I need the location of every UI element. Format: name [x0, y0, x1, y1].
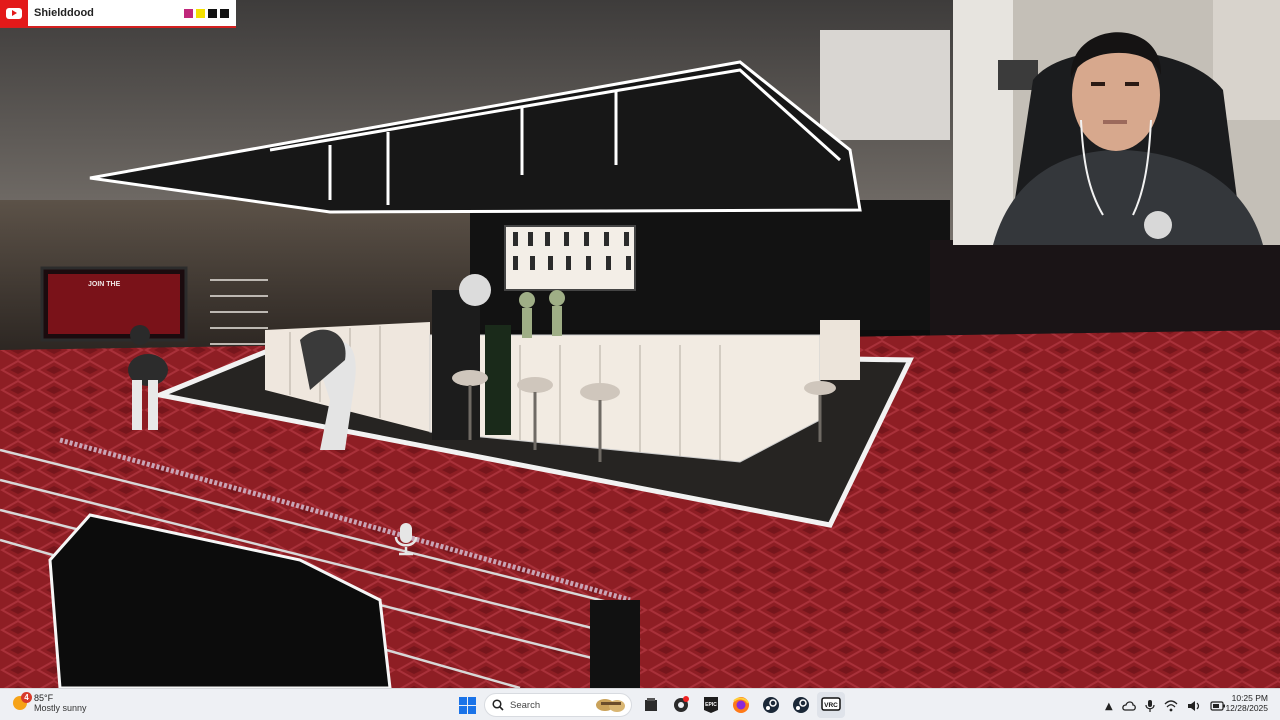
swatch-black-2 — [220, 8, 229, 18]
volume-icon[interactable] — [1187, 700, 1201, 712]
file-explorer-icon — [645, 698, 657, 711]
system-tray: ▲ — [1105, 697, 1226, 715]
steam-icon — [793, 697, 809, 713]
clock-time: 10:25 PM — [1231, 693, 1268, 703]
wifi-icon[interactable] — [1164, 700, 1178, 712]
search-highlight-icon — [596, 699, 625, 712]
battery-icon[interactable] — [1210, 700, 1226, 712]
vrchat-icon: VRC — [821, 697, 841, 711]
channel-name: Shielddood — [34, 7, 94, 19]
firefox-icon — [733, 697, 749, 713]
weather-widget[interactable]: 4 85°F Mostly sunny — [12, 692, 87, 713]
taskbar-app-chatgpt[interactable] — [667, 692, 695, 718]
taskbar-app-epic-games[interactable]: EPIC — [697, 692, 725, 718]
windows-start-button[interactable] — [453, 692, 481, 718]
taskbar-app-steam-2[interactable] — [787, 692, 815, 718]
svg-text:VRC: VRC — [824, 702, 838, 709]
weather-description: Mostly sunny — [34, 703, 87, 713]
task-view-button[interactable] — [637, 692, 665, 718]
taskbar-search-input[interactable]: Search — [484, 693, 632, 717]
clock-date: 12/28/2025 — [1225, 703, 1268, 713]
weather-temperature: 85°F — [34, 693, 54, 703]
chatgpt-icon — [674, 696, 689, 712]
microphone-icon — [394, 523, 418, 556]
windows-logo-icon — [458, 696, 476, 714]
swatch-magenta — [184, 8, 193, 18]
poster-text: JOIN THE — [88, 281, 121, 288]
epic-games-icon: EPIC — [704, 697, 718, 713]
system-clock[interactable]: 10:25 PM 12/28/2025 — [1225, 693, 1268, 713]
sun-icon: 4 — [12, 692, 32, 712]
windows-taskbar: 4 85°F Mostly sunny Search EPIC VRC ▲ 10… — [0, 688, 1280, 720]
svg-text:EPIC: EPIC — [705, 702, 717, 708]
stream-channel-tag: Shielddood — [0, 0, 236, 28]
vrchat-game-view: JOIN THE Shielddood — [0, 0, 1280, 688]
taskbar-app-firefox[interactable] — [727, 692, 755, 718]
onedrive-cloud-icon[interactable] — [1121, 700, 1136, 712]
swatch-yellow — [196, 8, 205, 18]
webcam-feed — [953, 0, 1280, 245]
steam-icon — [763, 697, 779, 713]
color-swatches — [184, 8, 229, 18]
search-icon — [492, 699, 504, 711]
microphone-tray-icon[interactable] — [1145, 699, 1155, 713]
swatch-black — [208, 8, 217, 18]
weather-notification-badge: 4 — [21, 692, 32, 703]
taskbar-app-vrchat[interactable]: VRC — [817, 692, 845, 718]
youtube-icon — [0, 0, 28, 27]
search-placeholder: Search — [510, 699, 541, 711]
taskbar-app-steam[interactable] — [757, 692, 785, 718]
chevron-up-icon[interactable]: ▲ — [1105, 701, 1113, 712]
